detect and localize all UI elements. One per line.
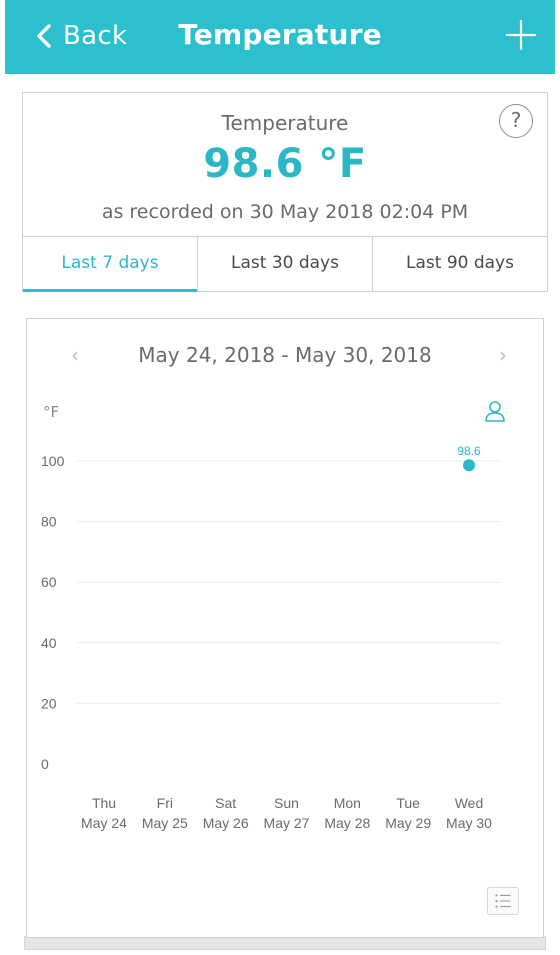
tab-last-90-days[interactable]: Last 90 days	[373, 237, 547, 291]
y-tick-label: 100	[41, 453, 65, 469]
chart-card-stack: ‹ May 24, 2018 - May 30, 2018 › °F 100 80…	[24, 318, 546, 950]
x-tick-date-label: May 30	[446, 815, 492, 831]
latest-temperature-value: 98.6 °F	[203, 141, 367, 187]
temperature-chart: 100 80 60 40 20 0 Thu May 24 Fri May 25 Sat May 26 S…	[41, 444, 501, 831]
tab-last-30-days[interactable]: Last 30 days	[198, 237, 373, 291]
x-tick-day-label: Sun	[274, 795, 299, 811]
x-tick-date-label: May 25	[142, 815, 188, 831]
page-title: Temperature	[178, 18, 382, 51]
summary-card: ? Temperature 98.6 °F as recorded on 30 …	[22, 92, 548, 292]
navigation-bar: Back Temperature	[5, 0, 555, 74]
y-tick-label: 40	[41, 635, 57, 651]
x-tick-day-label: Mon	[334, 795, 361, 811]
summary-label: Temperature	[221, 111, 349, 135]
x-tick-day-label: Wed	[455, 795, 484, 811]
x-tick-date-label: May 27	[264, 815, 310, 831]
x-tick-day-label: Tue	[396, 795, 420, 811]
x-tick-date-label: May 29	[385, 815, 431, 831]
list-icon[interactable]	[487, 887, 519, 915]
recorded-timestamp: as recorded on 30 May 2018 02:04 PM	[101, 201, 469, 223]
y-tick-label: 20	[41, 695, 57, 711]
x-tick-day-label: Thu	[92, 795, 116, 811]
range-tabs: Last 7 days Last 30 days Last 90 days	[23, 236, 547, 292]
x-tick-date-label: May 24	[81, 815, 127, 831]
tab-last-7-days[interactable]: Last 7 days	[23, 237, 198, 292]
data-point	[463, 459, 475, 472]
x-tick-day-label: Fri	[157, 795, 173, 811]
data-label: 98.6	[457, 444, 481, 458]
x-tick-day-label: Sat	[215, 795, 236, 811]
y-tick-label: 80	[41, 514, 57, 530]
plus-icon[interactable]	[505, 19, 537, 51]
x-tick-date-label: May 28	[324, 815, 370, 831]
chart-card: ‹ May 24, 2018 - May 30, 2018 › °F 100 80…	[26, 318, 544, 938]
y-tick-label: 0	[41, 756, 49, 772]
y-tick-label: 60	[41, 574, 57, 590]
x-tick-date-label: May 26	[203, 815, 249, 831]
